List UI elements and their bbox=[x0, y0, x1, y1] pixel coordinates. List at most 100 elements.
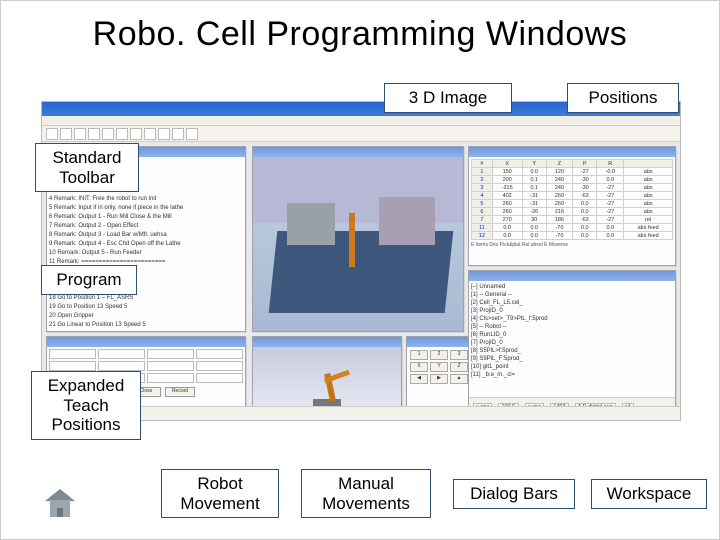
table-cell: abs feed bbox=[624, 224, 673, 232]
tree-item[interactable]: [4] Cls>set>_T9>PlL_f:5prod bbox=[471, 315, 673, 323]
table-cell: -0.0 bbox=[597, 168, 624, 176]
teach-field[interactable] bbox=[98, 349, 145, 359]
table-cell: 0.0 bbox=[522, 168, 546, 176]
callout-workspace: Workspace bbox=[591, 479, 707, 509]
column-header: P bbox=[573, 160, 597, 168]
table-cell: -63 bbox=[573, 216, 597, 224]
toolbar-button[interactable] bbox=[186, 128, 198, 140]
keypad-button[interactable]: 2 bbox=[430, 350, 448, 360]
table-cell: 240 bbox=[546, 176, 572, 184]
table-row[interactable]: 120.00.0-700.00.0abs feed bbox=[472, 232, 673, 240]
teach-field[interactable] bbox=[49, 361, 96, 371]
workspace-panel[interactable]: [–] Unnamed [1] -- General -- [2] Cell_F… bbox=[468, 270, 676, 416]
callout-line: Expanded bbox=[48, 376, 125, 395]
standard-toolbar[interactable] bbox=[42, 126, 680, 142]
3d-machine bbox=[287, 203, 335, 245]
program-line: 8 Remark: Output 3 - Load Bar w/Mfr. ueh… bbox=[49, 231, 243, 240]
table-cell: 0.0 bbox=[597, 224, 624, 232]
table-row[interactable]: 110.00.0-700.00.0abs feed bbox=[472, 224, 673, 232]
teach-field[interactable] bbox=[196, 373, 243, 383]
positions-panel[interactable]: #XYZPR 11500.0120-27-0.0abs22000.1240-30… bbox=[468, 146, 676, 266]
program-line: 9 Remark: Output 4 - Esc Chd Open off th… bbox=[49, 240, 243, 249]
table-cell: -27 bbox=[597, 184, 624, 192]
keypad-button[interactable]: ◀ bbox=[410, 374, 428, 384]
keypad-button[interactable]: ▲ bbox=[450, 374, 468, 384]
table-row[interactable]: 11500.0120-27-0.0abs bbox=[472, 168, 673, 176]
table-row[interactable]: 3-2150.1240-30-27abs bbox=[472, 184, 673, 192]
teach-field[interactable] bbox=[196, 361, 243, 371]
tree-item[interactable]: [9] S9PlL_F:5prod_ bbox=[471, 355, 673, 363]
table-cell: 260 bbox=[492, 208, 522, 216]
table-row[interactable]: 727030186-63-27rel bbox=[472, 216, 673, 224]
home-icon[interactable] bbox=[43, 489, 77, 519]
table-row[interactable]: 4402-31260-63-27abs bbox=[472, 192, 673, 200]
tree-item[interactable]: [8] S5PlL>f:5prod_ bbox=[471, 347, 673, 355]
keypad-button[interactable]: 1 bbox=[410, 350, 428, 360]
table-cell: 120 bbox=[546, 168, 572, 176]
tree-item[interactable]: [–] Unnamed bbox=[471, 283, 673, 291]
keypad-button[interactable]: X bbox=[410, 362, 428, 372]
keypad-button[interactable]: Y bbox=[430, 362, 448, 372]
toolbar-button[interactable] bbox=[158, 128, 170, 140]
table-cell: 260 bbox=[546, 200, 572, 208]
toolbar-button[interactable] bbox=[116, 128, 128, 140]
keypad-button[interactable]: ▶ bbox=[430, 374, 448, 384]
table-cell: 0.0 bbox=[573, 208, 597, 216]
robot-link bbox=[324, 370, 350, 384]
record-button[interactable]: Record bbox=[165, 387, 195, 397]
teach-field[interactable] bbox=[147, 361, 194, 371]
3d-robot-arm bbox=[349, 213, 355, 267]
tree-item[interactable]: [2] Cell_FL_L5.cel_ bbox=[471, 299, 673, 307]
program-line: 20 Open Gripper bbox=[49, 312, 243, 321]
tree-item[interactable]: [7] ProjID_0 bbox=[471, 339, 673, 347]
callout-positions: Positions bbox=[567, 83, 679, 113]
table-cell: -26 bbox=[522, 208, 546, 216]
toolbar-button[interactable] bbox=[88, 128, 100, 140]
tree-item[interactable]: [3] ProjID_0 bbox=[471, 307, 673, 315]
table-cell: 0.0 bbox=[597, 176, 624, 184]
callout-robot-movement: Robot Movement bbox=[161, 469, 279, 518]
toolbar-button[interactable] bbox=[130, 128, 142, 140]
callout-line: Manual bbox=[338, 474, 394, 493]
teach-field[interactable] bbox=[147, 349, 194, 359]
tree-item[interactable]: [5] -- Robot -- bbox=[471, 323, 673, 331]
tree-item[interactable]: [1] -- General -- bbox=[471, 291, 673, 299]
program-line: 6 Remark: Output 1 - Run Mill Close & th… bbox=[49, 213, 243, 222]
table-row[interactable]: 22000.1240-300.0abs bbox=[472, 176, 673, 184]
callout-line: Movements bbox=[322, 494, 410, 513]
column-header: # bbox=[472, 160, 493, 168]
keypad-button[interactable]: Z bbox=[450, 362, 468, 372]
teach-field[interactable] bbox=[49, 349, 96, 359]
toolbar-button[interactable] bbox=[46, 128, 58, 140]
table-cell: -27 bbox=[597, 200, 624, 208]
callout-line: Movement bbox=[180, 494, 259, 513]
tree-item[interactable]: [11] _b:e_m._cl= bbox=[471, 371, 673, 379]
table-cell: 270 bbox=[492, 216, 522, 224]
teach-field[interactable] bbox=[147, 373, 194, 383]
toolbar-button[interactable] bbox=[102, 128, 114, 140]
toolbar-button[interactable] bbox=[74, 128, 86, 140]
toolbar-button[interactable] bbox=[60, 128, 72, 140]
tree-item[interactable]: [6] RunLID_0 bbox=[471, 331, 673, 339]
robot-movement-panel[interactable] bbox=[252, 336, 402, 416]
tree-item[interactable]: [10] git1_point bbox=[471, 363, 673, 371]
table-cell: abs bbox=[624, 208, 673, 216]
table-cell: 2 bbox=[472, 176, 493, 184]
teach-field[interactable] bbox=[196, 349, 243, 359]
table-cell: 216 bbox=[546, 208, 572, 216]
3d-image-panel[interactable] bbox=[252, 146, 464, 332]
table-cell: 0.0 bbox=[492, 224, 522, 232]
toolbar-button[interactable] bbox=[144, 128, 156, 140]
teach-field[interactable] bbox=[98, 361, 145, 371]
table-row[interactable]: 5260-312600.0-27abs bbox=[472, 200, 673, 208]
table-row[interactable]: 6260-262160.0-27abs bbox=[472, 208, 673, 216]
table-cell: abs bbox=[624, 200, 673, 208]
workspace-tree: [–] Unnamed [1] -- General -- [2] Cell_F… bbox=[469, 281, 675, 381]
table-cell: abs bbox=[624, 184, 673, 192]
keypad-button[interactable]: 3 bbox=[450, 350, 468, 360]
home-door bbox=[57, 508, 63, 517]
table-cell: -63 bbox=[573, 192, 597, 200]
toolbar-button[interactable] bbox=[172, 128, 184, 140]
program-line: 19 Go to Position 13 Speed 5 bbox=[49, 303, 243, 312]
table-cell: 0.0 bbox=[573, 200, 597, 208]
